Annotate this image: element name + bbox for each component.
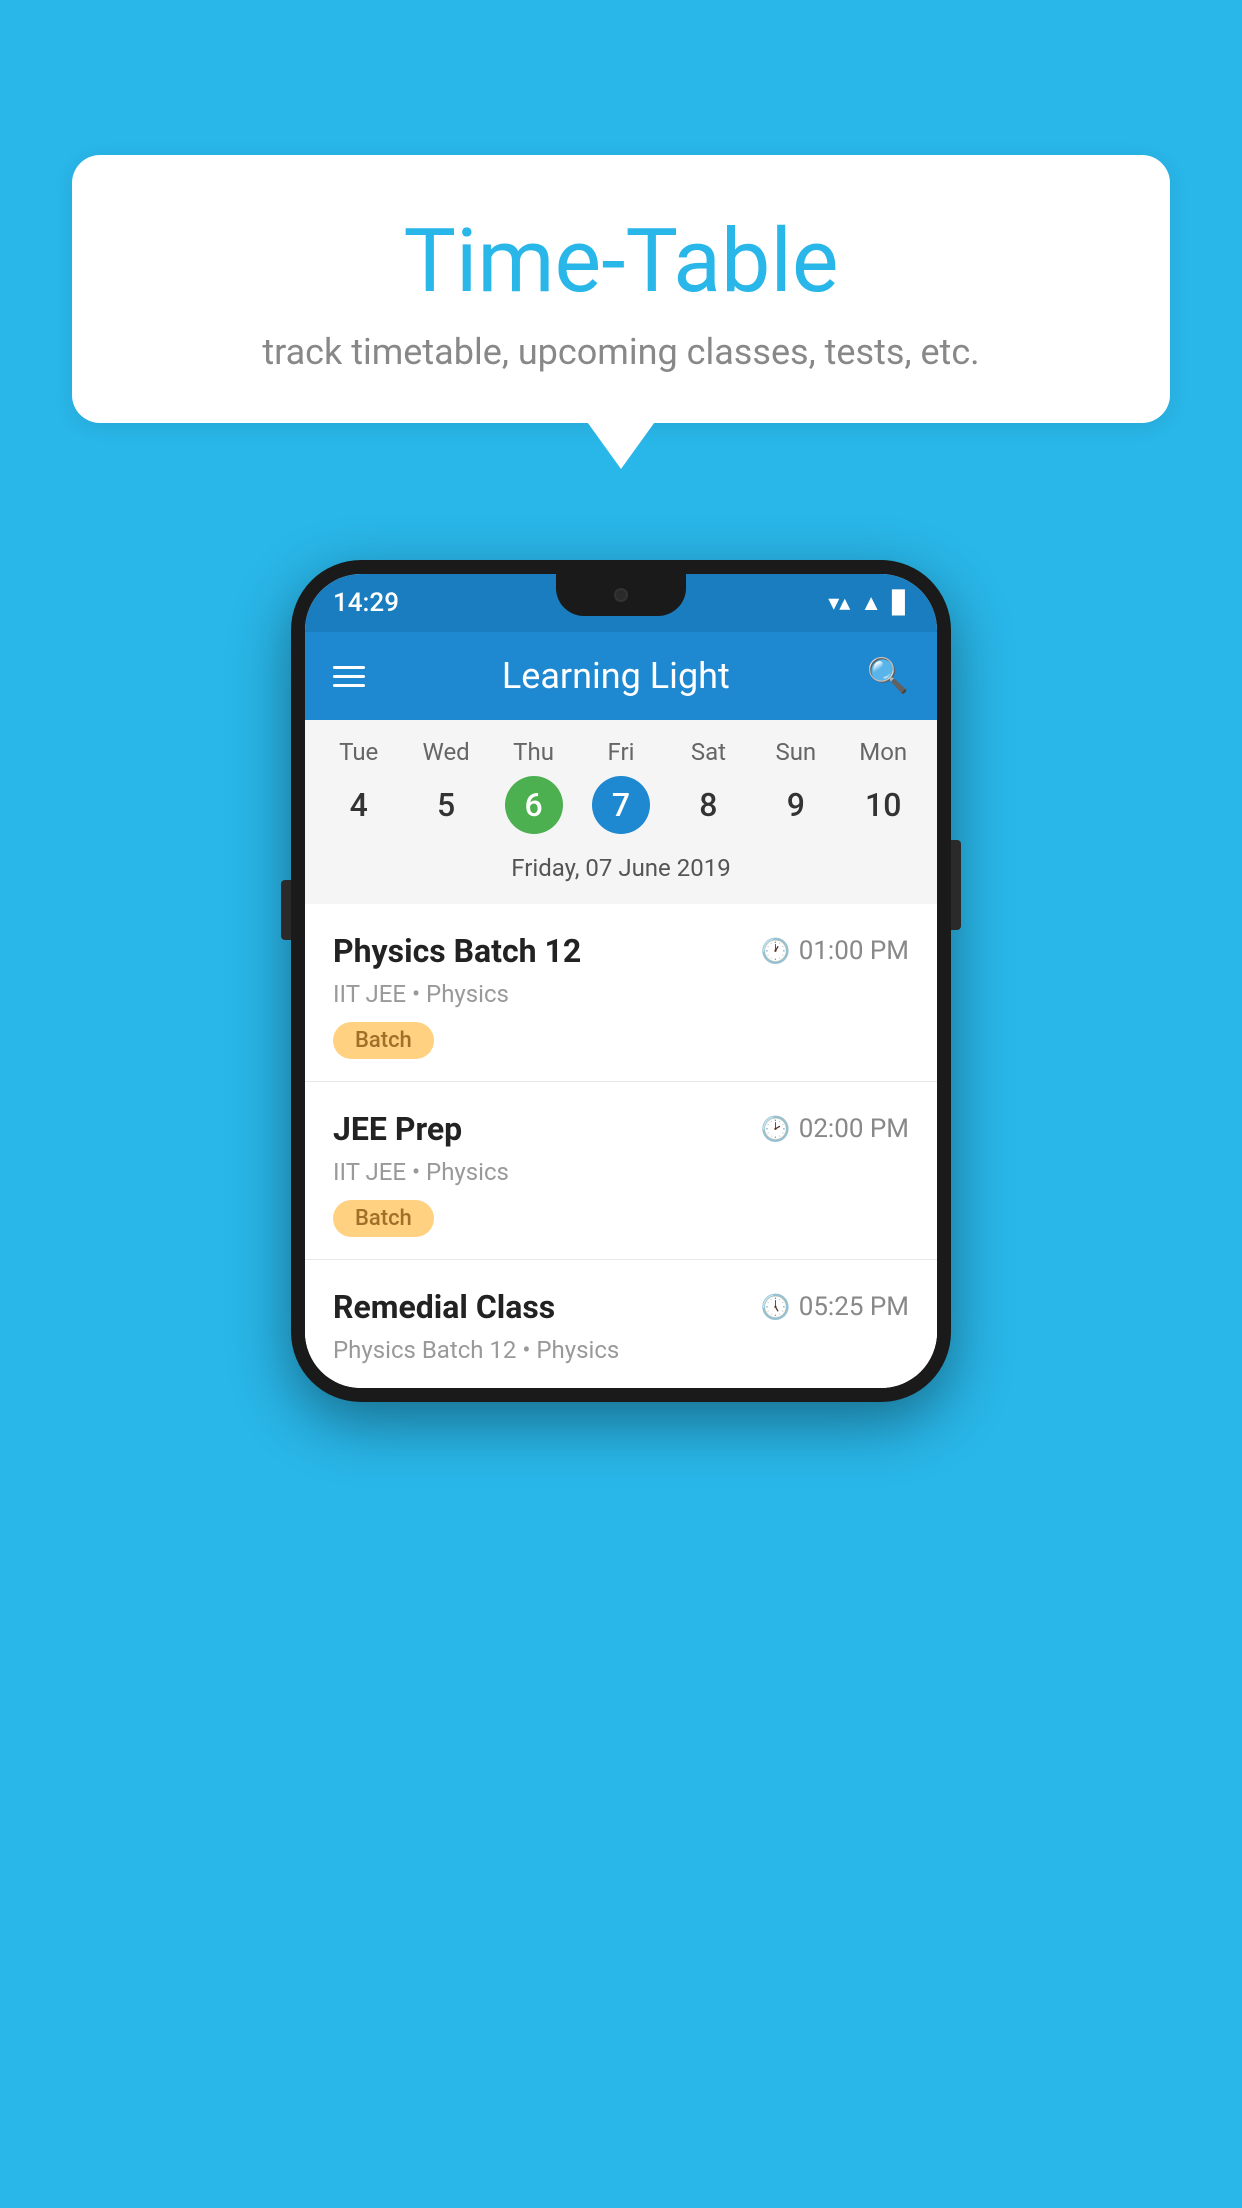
days-row: Tue 4 Wed 5 Thu 6 Fri 7: [315, 738, 927, 834]
schedule-item-header-1: Physics Batch 12 🕐 01:00 PM: [333, 932, 909, 970]
phone-outer: 14:29 ▾▴ ▲ ▊ Learning Light 🔍: [291, 560, 951, 1402]
menu-icon[interactable]: [333, 666, 365, 687]
bubble-title: Time-Table: [132, 210, 1110, 313]
schedule-time-value-3: 05:25 PM: [799, 1292, 909, 1322]
schedule-item-2[interactable]: JEE Prep 🕑 02:00 PM IIT JEE • Physics Ba…: [305, 1082, 937, 1260]
day-col-sun[interactable]: Sun 9: [756, 738, 836, 834]
schedule-item-header-3: Remedial Class 🕔 05:25 PM: [333, 1288, 909, 1326]
day-col-wed[interactable]: Wed 5: [406, 738, 486, 834]
day-number-sat: 8: [679, 776, 737, 834]
day-label-tue: Tue: [339, 738, 378, 766]
schedule-item-1[interactable]: Physics Batch 12 🕐 01:00 PM IIT JEE • Ph…: [305, 904, 937, 1082]
schedule-time-2: 🕑 02:00 PM: [761, 1114, 909, 1144]
schedule-time-1: 🕐 01:00 PM: [761, 936, 909, 966]
app-bar: Learning Light 🔍: [305, 632, 937, 720]
schedule-list: Physics Batch 12 🕐 01:00 PM IIT JEE • Ph…: [305, 904, 937, 1388]
schedule-item-3[interactable]: Remedial Class 🕔 05:25 PM Physics Batch …: [305, 1260, 937, 1388]
schedule-subtitle-3: Physics Batch 12 • Physics: [333, 1336, 909, 1364]
clock-icon-1: 🕐: [761, 937, 791, 965]
batch-badge-1: Batch: [333, 1022, 434, 1059]
schedule-title-1: Physics Batch 12: [333, 932, 581, 970]
phone-screen: 14:29 ▾▴ ▲ ▊ Learning Light 🔍: [305, 574, 937, 1388]
calendar-strip: Tue 4 Wed 5 Thu 6 Fri 7: [305, 720, 937, 904]
schedule-item-header-2: JEE Prep 🕑 02:00 PM: [333, 1110, 909, 1148]
day-col-sat[interactable]: Sat 8: [668, 738, 748, 834]
day-label-thu: Thu: [513, 738, 554, 766]
schedule-title-3: Remedial Class: [333, 1288, 555, 1326]
notch: [556, 574, 686, 616]
day-label-mon: Mon: [859, 738, 907, 766]
day-number-thu: 6: [505, 776, 563, 834]
day-number-wed: 5: [417, 776, 475, 834]
day-label-fri: Fri: [608, 738, 635, 766]
day-label-sat: Sat: [691, 738, 726, 766]
schedule-subtitle-1: IIT JEE • Physics: [333, 980, 909, 1008]
day-number-fri: 7: [592, 776, 650, 834]
day-col-fri[interactable]: Fri 7: [581, 738, 661, 834]
schedule-time-value-1: 01:00 PM: [799, 936, 909, 966]
day-col-tue[interactable]: Tue 4: [319, 738, 399, 834]
status-icons: ▾▴ ▲ ▊: [828, 590, 909, 616]
day-number-sun: 9: [767, 776, 825, 834]
status-bar: 14:29 ▾▴ ▲ ▊: [305, 574, 937, 632]
day-label-wed: Wed: [423, 738, 470, 766]
schedule-time-3: 🕔 05:25 PM: [761, 1292, 909, 1322]
app-bar-title: Learning Light: [502, 655, 730, 697]
clock-icon-3: 🕔: [761, 1293, 791, 1321]
camera-dot: [614, 588, 628, 602]
batch-badge-2: Batch: [333, 1200, 434, 1237]
signal-icon: ▲: [860, 590, 882, 616]
speech-bubble: Time-Table track timetable, upcoming cla…: [72, 155, 1170, 423]
selected-date-label: Friday, 07 June 2019: [315, 844, 927, 896]
phone-mockup: 14:29 ▾▴ ▲ ▊ Learning Light 🔍: [291, 560, 951, 1402]
bubble-subtitle: track timetable, upcoming classes, tests…: [132, 331, 1110, 373]
schedule-time-value-2: 02:00 PM: [799, 1114, 909, 1144]
schedule-title-2: JEE Prep: [333, 1110, 462, 1148]
schedule-subtitle-2: IIT JEE • Physics: [333, 1158, 909, 1186]
day-number-mon: 10: [854, 776, 912, 834]
day-label-sun: Sun: [775, 738, 816, 766]
search-icon[interactable]: 🔍: [867, 656, 909, 696]
status-time: 14:29: [333, 588, 399, 618]
battery-icon: ▊: [892, 591, 909, 616]
day-col-mon[interactable]: Mon 10: [843, 738, 923, 834]
day-number-tue: 4: [330, 776, 388, 834]
clock-icon-2: 🕑: [761, 1115, 791, 1143]
day-col-thu[interactable]: Thu 6: [494, 738, 574, 834]
wifi-icon: ▾▴: [828, 591, 850, 616]
